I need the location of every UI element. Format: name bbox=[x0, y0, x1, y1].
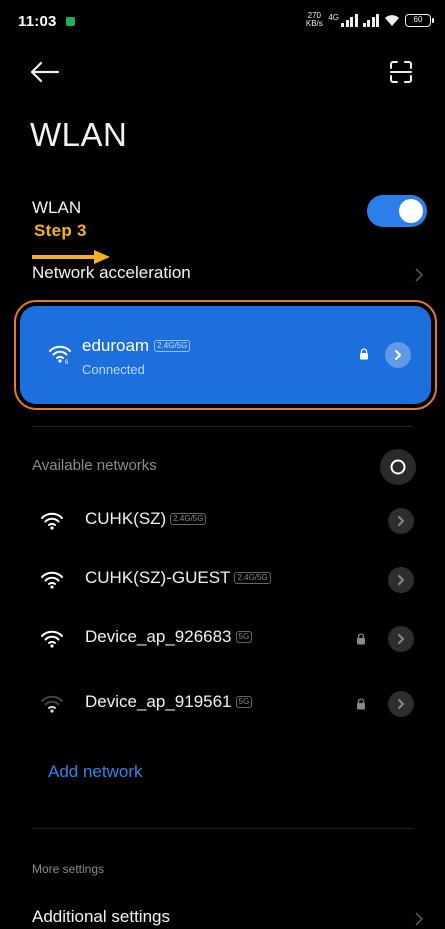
network-name-row: Device_ap_926683 5G bbox=[85, 627, 253, 647]
network-name: Device_ap_926683 bbox=[85, 627, 232, 646]
cell-signal-2-icon bbox=[362, 13, 379, 27]
network-details-button[interactable] bbox=[388, 567, 414, 593]
divider bbox=[32, 828, 413, 829]
status-time: 11:03 bbox=[18, 13, 57, 30]
connection-status: Connected bbox=[82, 362, 145, 377]
add-network-button[interactable]: Add network bbox=[48, 762, 143, 782]
wifi-icon bbox=[41, 630, 63, 648]
connected-network-card[interactable]: 6 eduroam 2.4G/5G Connected bbox=[14, 300, 437, 410]
chevron-right-icon bbox=[415, 912, 424, 926]
annotation-arrow-icon bbox=[32, 250, 110, 264]
network-name: Device_ap_919561 bbox=[85, 692, 232, 711]
additional-settings-item[interactable]: Additional settings bbox=[32, 907, 170, 927]
cell-signal-icon bbox=[341, 13, 358, 27]
band-badge: 5G bbox=[235, 696, 253, 708]
wlan-toggle[interactable] bbox=[367, 195, 427, 227]
chevron-right-icon bbox=[398, 575, 404, 585]
network-details-button[interactable] bbox=[385, 342, 411, 368]
available-networks-header: Available networks bbox=[32, 457, 157, 474]
notification-icon bbox=[66, 17, 75, 26]
band-badge: 2.4G/5G bbox=[234, 572, 271, 584]
svg-text:6: 6 bbox=[65, 360, 69, 364]
network-item[interactable]: CUHK(SZ)-GUEST 2.4G/5G bbox=[0, 553, 445, 609]
status-icons: 270 KB/s 4G 60 bbox=[305, 11, 434, 28]
lock-icon bbox=[357, 698, 365, 710]
band-badge: 2.4G/5G bbox=[154, 340, 191, 352]
wifi-icon: 6 bbox=[49, 345, 71, 364]
network-details-button[interactable] bbox=[388, 626, 414, 652]
lock-icon bbox=[357, 633, 365, 645]
battery-icon: 60 bbox=[405, 13, 434, 27]
chevron-right-icon bbox=[398, 634, 404, 644]
chevron-right-icon bbox=[395, 350, 401, 360]
refresh-button[interactable] bbox=[380, 449, 416, 485]
wifi-icon bbox=[41, 512, 63, 530]
chevron-right-icon bbox=[415, 268, 424, 282]
refresh-icon bbox=[390, 459, 406, 475]
network-name-row: CUHK(SZ) 2.4G/5G bbox=[85, 509, 207, 529]
connected-network-name-row: eduroam 2.4G/5G bbox=[82, 336, 191, 356]
signal-type-label: 4G bbox=[328, 12, 339, 22]
network-acceleration-item[interactable]: Network acceleration bbox=[32, 263, 191, 283]
network-details-button[interactable] bbox=[388, 691, 414, 717]
toggle-knob bbox=[399, 199, 423, 223]
wifi-icon bbox=[41, 571, 63, 589]
back-arrow-icon[interactable] bbox=[28, 60, 60, 84]
network-details-button[interactable] bbox=[388, 508, 414, 534]
network-name: CUHK(SZ)-GUEST bbox=[85, 568, 231, 587]
network-name: CUHK(SZ) bbox=[85, 509, 167, 528]
wlan-toggle-label: WLAN bbox=[32, 198, 82, 217]
wifi-status-icon bbox=[385, 14, 399, 26]
network-item[interactable]: Device_ap_919561 5G bbox=[0, 677, 445, 733]
chevron-right-icon bbox=[398, 516, 404, 526]
divider bbox=[32, 426, 413, 427]
network-name-row: Device_ap_919561 5G bbox=[85, 692, 253, 712]
network-speed: 270 KB/s bbox=[305, 11, 323, 28]
wifi-weak-icon bbox=[41, 695, 63, 713]
page-title: WLAN bbox=[30, 116, 128, 153]
band-badge: 5G bbox=[235, 631, 253, 643]
chevron-right-icon bbox=[398, 699, 404, 709]
more-settings-header: More settings bbox=[32, 862, 105, 876]
lock-icon bbox=[360, 348, 368, 360]
network-item[interactable]: Device_ap_926683 5G bbox=[0, 612, 445, 668]
band-badge: 2.4G/5G bbox=[170, 513, 207, 525]
step-annotation: Step 3 bbox=[34, 221, 87, 240]
network-name-row: CUHK(SZ)-GUEST 2.4G/5G bbox=[85, 568, 271, 588]
qr-scan-icon[interactable] bbox=[388, 59, 414, 85]
status-bar: 11:03 270 KB/s 4G 60 bbox=[0, 0, 445, 40]
network-item[interactable]: CUHK(SZ) 2.4G/5G bbox=[0, 494, 445, 550]
connected-network-name: eduroam bbox=[82, 336, 150, 355]
